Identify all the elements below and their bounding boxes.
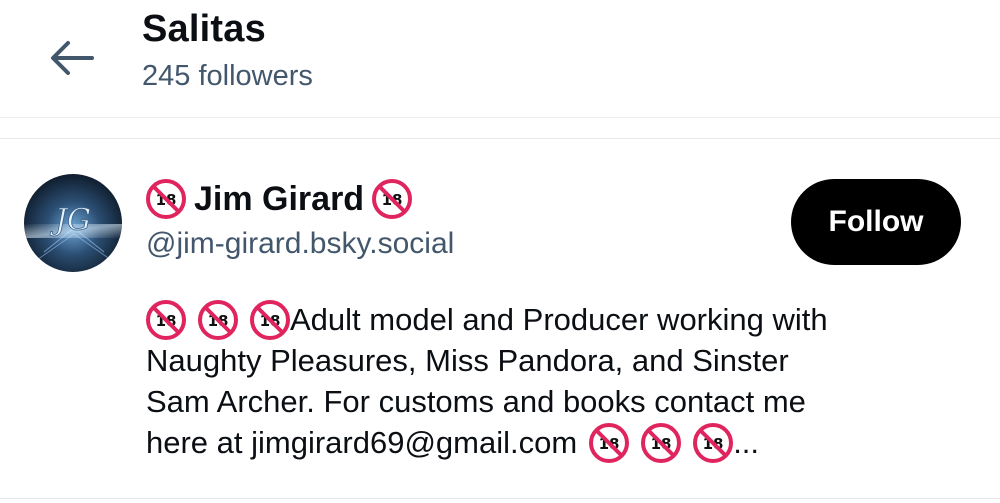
user-bio: 18 18 18 Adult model and Producer workin… bbox=[146, 299, 966, 463]
section-gap bbox=[0, 118, 1000, 139]
no-under-18-icon: 18 bbox=[641, 422, 682, 463]
back-arrow-icon bbox=[51, 41, 94, 75]
no-under-18-icon: 18 bbox=[250, 299, 290, 340]
no-under-18-icon: 18 bbox=[198, 299, 238, 340]
no-under-18-icon: 18 bbox=[589, 422, 630, 463]
no-under-18-icon: 18 bbox=[372, 179, 413, 219]
header: Salitas 245 followers bbox=[0, 0, 1000, 118]
page-title: Salitas bbox=[142, 8, 266, 50]
row-divider bbox=[0, 498, 1000, 499]
no-under-18-icon: 18 bbox=[146, 179, 186, 219]
no-under-18-icon: 18 bbox=[146, 299, 186, 340]
bio-line-4: here at jimgirard69@gmail.com 18 18 18 bbox=[146, 422, 966, 463]
list-item[interactable]: JG 18 Jim Girard 18 @jim-girard.bsky.soc… bbox=[0, 139, 1000, 503]
follow-button[interactable]: Follow bbox=[791, 179, 961, 265]
user-handle[interactable]: @jim-girard.bsky.social bbox=[146, 227, 454, 261]
avatar-image: JG bbox=[24, 174, 122, 272]
back-button[interactable] bbox=[44, 30, 100, 86]
bio-line-2: Naughty Pleasures, Miss Pandora, and Sin… bbox=[146, 343, 789, 378]
display-name: Jim Girard bbox=[194, 179, 365, 218]
followers-count: 245 followers bbox=[142, 60, 313, 92]
display-name-line[interactable]: 18 Jim Girard 18 bbox=[146, 177, 413, 221]
bio-text-1: Adult model and Producer working with bbox=[290, 302, 828, 337]
bio-line-3: Sam Archer. For customs and books contac… bbox=[146, 384, 806, 419]
svg-text:JG: JG bbox=[49, 203, 91, 238]
no-under-18-icon: 18 bbox=[693, 422, 734, 463]
followers-page: Salitas 245 followers JG Jim Girard @jim… bbox=[0, 0, 1000, 503]
avatar[interactable]: JG bbox=[24, 174, 122, 272]
bio-email-text: here at jimgirard69@gmail.com bbox=[146, 425, 578, 460]
bio-line-1: 18 18 18 Adult model and Producer workin… bbox=[146, 299, 966, 340]
bio-ellipsis: ... bbox=[733, 425, 760, 460]
